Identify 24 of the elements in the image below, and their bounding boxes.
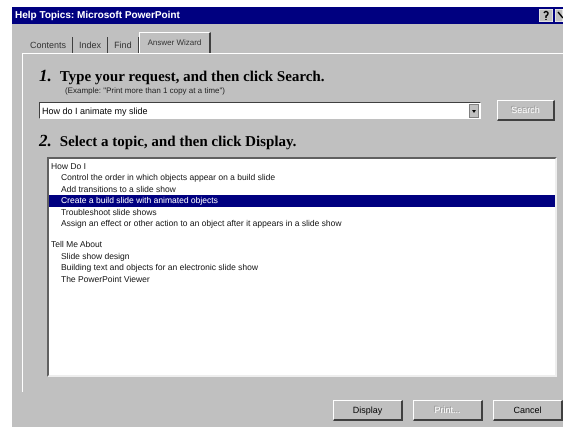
topic-item[interactable]: Control the order in which objects appear on a build slide (49, 172, 555, 184)
tab[interactable]: Contents (24, 37, 74, 53)
topic-item[interactable]: The PowerPoint Viewer (49, 274, 555, 286)
topic-group[interactable]: Tell Me About (49, 239, 555, 251)
close-icon[interactable] (555, 9, 563, 22)
topic-group[interactable]: How Do I (49, 161, 555, 172)
topic-item[interactable]: Troubleshoot slide shows (49, 206, 555, 218)
step-heading: Select a topic, and then click Display. (60, 134, 296, 151)
step-number: 1. (39, 66, 52, 86)
request-field[interactable]: How do I animate my slide (39, 102, 481, 119)
tab[interactable]: Answer Wizard (138, 32, 212, 53)
step-heading: Type your request, and then click Search. (60, 69, 324, 86)
help-icon[interactable] (539, 9, 553, 22)
topic-item[interactable]: Assign an effect or other action to an object after it appears in a slide show (49, 218, 555, 230)
window-title: Help Topics: Microsoft PowerPoint (15, 10, 180, 21)
topic-item[interactable]: Add transitions to a slide show (49, 184, 555, 196)
topic-item[interactable]: Slide show design (49, 250, 555, 262)
example-text: (Example: "Print more than 1 copy at a time") (65, 86, 226, 95)
step-number: 2. (39, 131, 52, 151)
dialog-button[interactable]: Cancel (493, 400, 563, 421)
topic-item[interactable]: Building text and objects for an electronic slide show (49, 262, 555, 274)
tab[interactable]: Index (73, 37, 108, 53)
topic-item[interactable]: Create a build slide with animated objects (49, 195, 555, 207)
dialog-button[interactable]: Display (333, 400, 403, 421)
